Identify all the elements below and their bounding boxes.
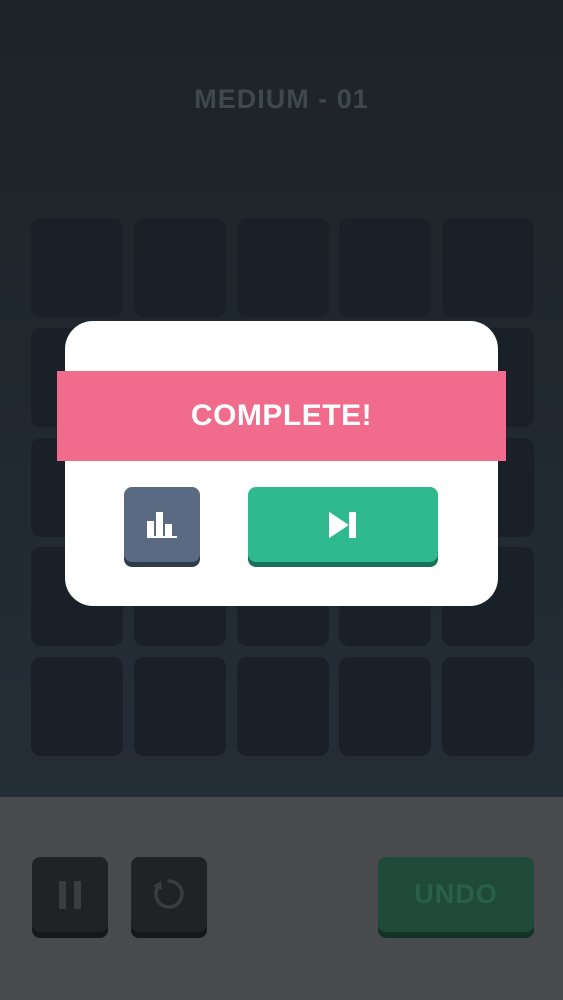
next-level-icon <box>329 512 356 538</box>
bar-chart-icon <box>147 512 177 538</box>
complete-banner: COMPLETE! <box>57 371 506 461</box>
stats-button[interactable] <box>124 487 200 562</box>
level-complete-dialog <box>65 321 498 606</box>
next-level-button[interactable] <box>248 487 438 562</box>
banner-title: COMPLETE! <box>190 399 373 432</box>
